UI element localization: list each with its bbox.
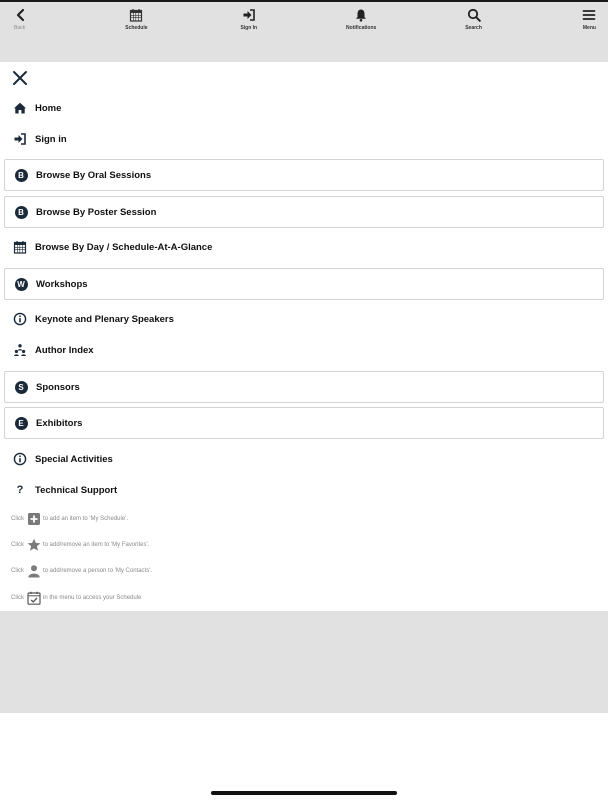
menu-item-label: Browse By Poster Session: [36, 206, 157, 218]
hint-prefix: Click: [11, 568, 24, 574]
menu-item-author-index[interactable]: Author Index: [4, 334, 604, 366]
menu-item-label: Workshops: [36, 278, 88, 290]
footer-gray-area: [0, 611, 608, 713]
calendar-icon: [130, 9, 143, 22]
calendar-check-icon: [27, 591, 41, 605]
hint-prefix: Click: [11, 516, 24, 522]
letter-badge-icon: B: [14, 205, 28, 219]
letter-badge-icon: S: [14, 380, 28, 394]
person-icon: [28, 565, 40, 578]
info-icon: [13, 312, 27, 326]
menu-item-sponsors[interactable]: S Sponsors: [4, 371, 604, 403]
tab-label: Menu: [582, 25, 596, 31]
menu-item-label: Keynote and Plenary Speakers: [35, 313, 174, 325]
notifications-tab[interactable]: Notifications: [331, 2, 391, 62]
menu-item-browse-by-day[interactable]: Browse By Day / Schedule-At-A-Glance: [4, 231, 604, 263]
menu-item-special-activities[interactable]: Special Activities: [4, 443, 604, 475]
bell-icon: [356, 9, 367, 22]
hint-text: to add/remove an item to 'My Favorites'.: [43, 542, 150, 548]
question-icon: ?: [16, 484, 24, 496]
hint-text: to add an item to 'My Schedule'.: [43, 516, 129, 522]
menu-tab[interactable]: Menu: [556, 2, 596, 62]
letter-badge-icon: E: [14, 416, 28, 430]
hint-text: in the menu to access your Schedule: [43, 595, 142, 601]
sign-in-icon: [14, 133, 26, 145]
sign-in-tab[interactable]: Sign In: [219, 2, 279, 62]
menu-item-label: Author Index: [35, 344, 94, 356]
side-menu-panel: Home Sign in B Browse By Oral Sessions B…: [0, 62, 608, 611]
letter-badge-icon: W: [14, 277, 28, 291]
close-menu-button[interactable]: [12, 70, 28, 86]
search-icon: [467, 8, 481, 22]
top-navigation-bar: Back Schedule Sign In Notifications Sear…: [0, 2, 608, 62]
menu-item-label: Sign in: [35, 133, 67, 145]
hint-contacts: Click to add/remove a person to 'My Cont…: [11, 563, 152, 579]
hint-text: to add/remove a person to 'My Contacts'.: [43, 568, 153, 574]
menu-item-label: Browse By Day / Schedule-At-A-Glance: [35, 241, 213, 253]
menu-item-label: Browse By Oral Sessions: [36, 169, 152, 181]
menu-item-home[interactable]: Home: [4, 92, 604, 124]
tab-label: Notifications: [346, 25, 377, 31]
tab-label: Back: [14, 25, 26, 31]
menu-item-label: Exhibitors: [36, 417, 83, 429]
hint-favorites: Click to add/remove an item to 'My Favor…: [11, 537, 149, 553]
chevron-left-icon: [16, 8, 25, 22]
plus-square-icon: [28, 513, 40, 525]
people-icon: [14, 344, 26, 356]
hamburger-menu-icon: [582, 10, 596, 20]
menu-item-label: Technical Support: [35, 484, 118, 496]
tab-label: Search: [465, 25, 482, 31]
menu-item-sign-in[interactable]: Sign in: [4, 123, 604, 155]
menu-item-exhibitors[interactable]: E Exhibitors: [4, 407, 604, 439]
calendar-icon: [13, 241, 27, 254]
sign-in-icon: [243, 9, 255, 21]
home-icon: [14, 102, 26, 114]
letter-badge-icon: B: [14, 168, 28, 182]
hint-prefix: Click: [11, 595, 24, 601]
close-icon: [13, 71, 27, 85]
star-icon: [27, 538, 41, 551]
menu-item-technical-support[interactable]: ? Technical Support: [4, 474, 604, 506]
hint-schedule-menu: Click in the menu to access your Schedul…: [11, 590, 141, 606]
menu-item-keynote-speakers[interactable]: Keynote and Plenary Speakers: [4, 303, 604, 335]
menu-item-label: Home: [35, 102, 62, 114]
schedule-tab[interactable]: Schedule: [106, 2, 166, 62]
menu-item-oral-sessions[interactable]: B Browse By Oral Sessions: [4, 159, 604, 191]
info-icon: [13, 452, 27, 466]
tab-label: Sign In: [240, 25, 258, 31]
hint-prefix: Click: [11, 542, 24, 548]
tab-label: Schedule: [125, 25, 148, 31]
menu-item-label: Special Activities: [35, 453, 113, 465]
search-tab[interactable]: Search: [444, 2, 504, 62]
back-button[interactable]: Back: [14, 2, 54, 62]
menu-item-workshops[interactable]: W Workshops: [4, 268, 604, 300]
menu-item-poster-session[interactable]: B Browse By Poster Session: [4, 196, 604, 228]
menu-item-label: Sponsors: [36, 381, 80, 393]
hint-add-schedule: Click to add an item to 'My Schedule'.: [11, 511, 128, 527]
home-indicator[interactable]: [211, 791, 397, 795]
